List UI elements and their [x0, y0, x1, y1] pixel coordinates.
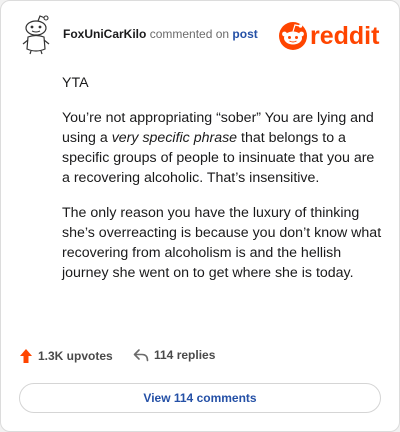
upvote-button[interactable]: 1.3K upvotes: [19, 348, 113, 364]
emphasized-phrase: very specific phrase: [111, 130, 238, 146]
reply-arrow-icon: [133, 349, 149, 362]
upvote-count: 1.3K upvotes: [38, 349, 113, 363]
snoo-logo-icon: [279, 22, 307, 50]
comment-card: FoxUniCarKilo commented on post reddit Y…: [0, 0, 400, 432]
post-link[interactable]: post: [232, 27, 257, 41]
view-comments-button[interactable]: View 114 comments: [19, 383, 381, 413]
comment-meta: FoxUniCarKilo commented on post: [63, 27, 258, 41]
action-text: commented on: [149, 27, 230, 41]
reply-count: 114 replies: [154, 348, 216, 362]
reddit-wordmark: reddit: [310, 22, 380, 50]
comment-paragraph: YTA: [62, 75, 89, 91]
comment-paragraph: The only reason you have the luxury of t…: [62, 205, 382, 281]
comment-body: YTA You’re not appropriating “sober” You…: [62, 73, 384, 298]
upvote-arrow-icon: [20, 349, 32, 363]
reddit-logo: reddit: [279, 22, 380, 50]
snoo-avatar-icon[interactable]: [19, 15, 53, 55]
username-link[interactable]: FoxUniCarKilo: [63, 27, 146, 41]
comment-paragraph: You’re not appropriating “sober” You are…: [62, 110, 375, 186]
reply-button[interactable]: 114 replies: [133, 348, 215, 362]
comment-header: FoxUniCarKilo commented on post reddit: [1, 1, 399, 71]
